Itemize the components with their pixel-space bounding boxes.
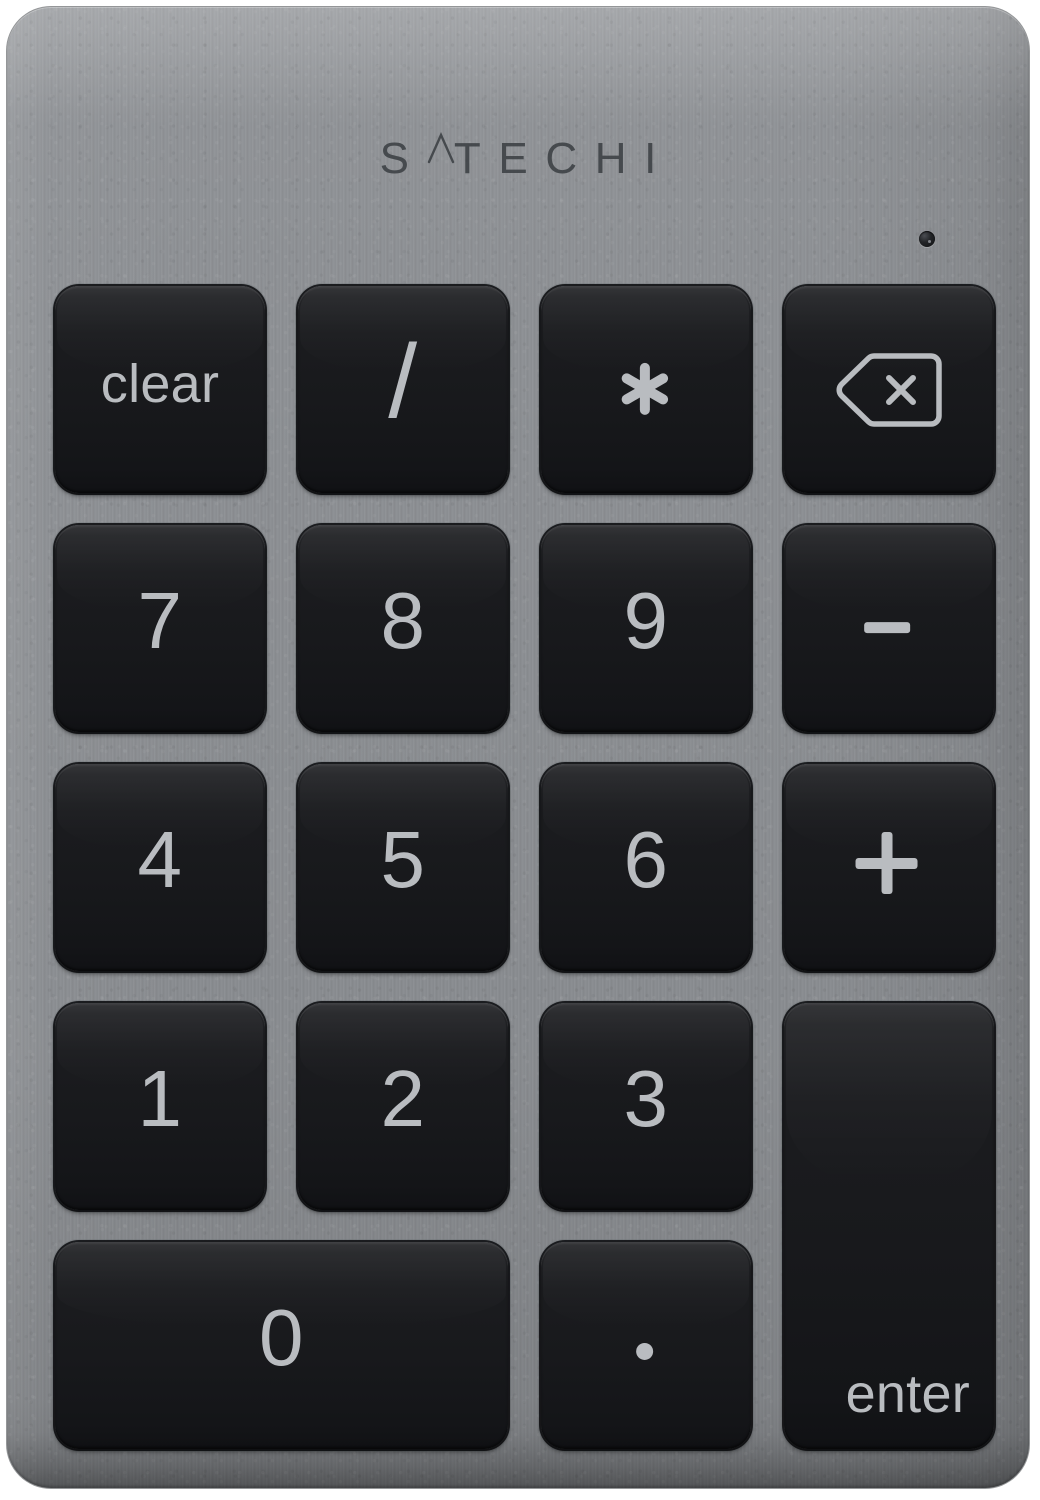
decimal-point-icon (636, 1342, 654, 1360)
keypad-device-body: S TECHI clear / 7 8 9 4 5 6 1 2 3 enter 0 (7, 7, 1029, 1488)
body-top-sheen (7, 7, 1029, 127)
brand-letter-i: I (644, 134, 674, 183)
key-plus[interactable] (784, 764, 994, 971)
key-label-digit-1: 1 (137, 1053, 183, 1143)
brand-letter-s: S (379, 134, 427, 183)
key-digit-4[interactable]: 4 (55, 764, 265, 971)
key-digit-7[interactable]: 7 (55, 525, 265, 732)
key-label-digit-4: 4 (137, 814, 183, 904)
plus-icon (855, 831, 918, 894)
key-digit-0[interactable]: 0 (55, 1242, 508, 1449)
key-label-digit-8: 8 (380, 575, 426, 665)
key-digit-8[interactable]: 8 (298, 525, 508, 732)
key-multiply[interactable] (541, 286, 751, 493)
key-label-clear: clear (100, 353, 220, 414)
brand-logo: S TECHI (7, 129, 1029, 184)
key-label-digit-7: 7 (137, 575, 183, 665)
brand-letter-c: C (545, 134, 595, 183)
key-decimal[interactable] (541, 1242, 751, 1449)
key-delete[interactable] (784, 286, 994, 493)
brand-letter-a-icon (427, 129, 454, 173)
key-digit-6[interactable]: 6 (541, 764, 751, 971)
key-label-digit-5: 5 (380, 814, 426, 904)
key-digit-9[interactable]: 9 (541, 525, 751, 732)
key-label-enter: enter (845, 1364, 970, 1424)
screenshot-stage: S TECHI clear / 7 8 9 4 5 6 1 2 3 enter 0 (0, 0, 1040, 1500)
key-label-digit-2: 2 (380, 1053, 426, 1143)
led-indicator-icon (919, 231, 935, 247)
key-divide[interactable]: / (298, 286, 508, 493)
key-digit-5[interactable]: 5 (298, 764, 508, 971)
key-clear[interactable]: clear (55, 286, 265, 493)
key-digit-2[interactable]: 2 (298, 1003, 508, 1210)
brand-letter-t: T (453, 134, 499, 183)
key-digit-3[interactable]: 3 (541, 1003, 751, 1210)
key-label-digit-6: 6 (623, 814, 669, 904)
key-minus[interactable] (784, 525, 994, 732)
delete-backspace-icon (833, 350, 945, 430)
key-label-digit-9: 9 (623, 575, 669, 665)
minus-icon (864, 621, 911, 633)
brand-letter-e: E (498, 134, 546, 183)
key-grid: clear / 7 8 9 4 5 6 1 2 3 enter 0 (55, 286, 1013, 1450)
key-enter[interactable]: enter (784, 1003, 994, 1449)
asterisk-icon (617, 360, 673, 416)
key-label-digit-3: 3 (623, 1053, 669, 1143)
brand-letter-h: H (594, 134, 645, 183)
key-digit-1[interactable]: 1 (55, 1003, 265, 1210)
key-label-divide: / (388, 323, 418, 440)
key-label-digit-0: 0 (259, 1292, 304, 1382)
